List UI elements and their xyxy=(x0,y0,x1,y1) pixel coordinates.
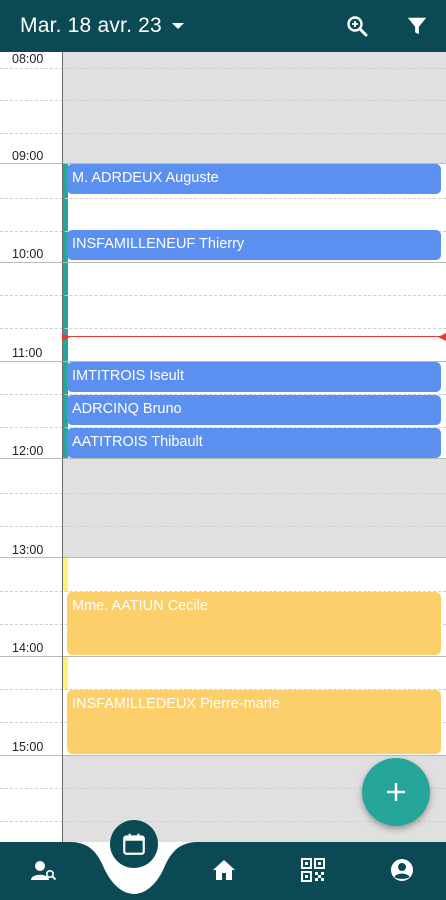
grid-line xyxy=(0,262,446,263)
appointment-card[interactable]: AATITROIS Thibault xyxy=(67,428,441,458)
appointment-card[interactable]: INSFAMILLENEUF Thierry xyxy=(67,230,441,260)
current-time-marker-left xyxy=(62,333,70,341)
account-icon xyxy=(391,859,413,881)
grid-line xyxy=(0,526,446,527)
calendar-icon xyxy=(123,833,145,855)
home-nav-button[interactable] xyxy=(202,848,246,892)
hour-label: 10:00 xyxy=(12,247,44,261)
grid-line xyxy=(0,755,446,756)
grid-line xyxy=(0,328,446,329)
grid-line xyxy=(0,656,446,657)
appointment-patient-name: Mme. AATIUN Cecile xyxy=(72,598,208,614)
patient-search-icon xyxy=(31,861,57,881)
qr-code-icon xyxy=(301,858,325,882)
appointment-card[interactable]: INSFAMILLEDEUX Pierre-marie xyxy=(67,690,441,754)
appointment-card[interactable]: IMTITROIS Iseult xyxy=(67,362,441,392)
unavailable-slot xyxy=(63,458,446,557)
appointment-patient-name: AATITROIS Thibault xyxy=(72,434,203,450)
hour-label: 15:00 xyxy=(12,740,44,754)
appointment-patient-name: INSFAMILLEDEUX Pierre-marie xyxy=(72,696,280,712)
dropdown-arrow-icon xyxy=(171,23,184,29)
hour-label: 12:00 xyxy=(12,444,44,458)
account-nav-button[interactable] xyxy=(380,848,424,892)
hour-label: 14:00 xyxy=(12,641,44,655)
day-calendar[interactable]: 08:00 09:00 10:00 11:00 12:00 13:00 14:0… xyxy=(0,52,446,842)
appointment-patient-name: INSFAMILLENEUF Thierry xyxy=(72,236,245,252)
filter-icon[interactable] xyxy=(401,10,433,42)
appointment-card[interactable]: Mme. AATIUN Cecile xyxy=(67,592,441,655)
grid-line xyxy=(0,100,446,101)
appointment-patient-name: IMTITROIS Iseult xyxy=(72,368,184,384)
appointment-card[interactable]: ADRCINQ Bruno xyxy=(67,395,441,425)
hour-label: 11:00 xyxy=(12,346,43,360)
grid-line xyxy=(0,493,446,494)
patient-search-nav-button[interactable] xyxy=(22,848,66,892)
grid-line xyxy=(0,133,446,134)
current-time-marker-right xyxy=(438,333,446,341)
time-column: 08:00 09:00 10:00 11:00 12:00 13:00 14:0… xyxy=(0,52,62,842)
home-icon xyxy=(213,860,235,880)
plus-icon xyxy=(387,783,405,801)
date-label: Mar. 18 avr. 23 xyxy=(20,14,162,37)
hour-label: 09:00 xyxy=(12,149,44,163)
calendar-nav-button[interactable] xyxy=(110,820,158,868)
grid-line xyxy=(0,68,446,69)
qr-code-nav-button[interactable] xyxy=(291,848,335,892)
app-bar: Mar. 18 avr. 23 xyxy=(0,0,446,52)
hour-label: 08:00 xyxy=(12,52,44,66)
appointment-patient-name: M. ADRDEUX Auguste xyxy=(72,170,219,186)
grid-line xyxy=(0,198,446,199)
hour-label: 13:00 xyxy=(12,543,44,557)
availability-stripe xyxy=(63,558,68,591)
grid-line xyxy=(0,458,446,459)
date-selector[interactable]: Mar. 18 avr. 23 xyxy=(20,0,184,52)
appointment-card[interactable]: M. ADRDEUX Auguste xyxy=(67,164,441,194)
availability-stripe xyxy=(63,657,68,690)
grid-line xyxy=(0,295,446,296)
current-time-line xyxy=(62,336,446,337)
add-appointment-button[interactable] xyxy=(362,758,430,826)
zoom-in-icon[interactable] xyxy=(341,10,373,42)
appointment-patient-name: ADRCINQ Bruno xyxy=(72,401,182,417)
grid-line xyxy=(0,557,446,558)
time-column-divider xyxy=(62,52,63,842)
